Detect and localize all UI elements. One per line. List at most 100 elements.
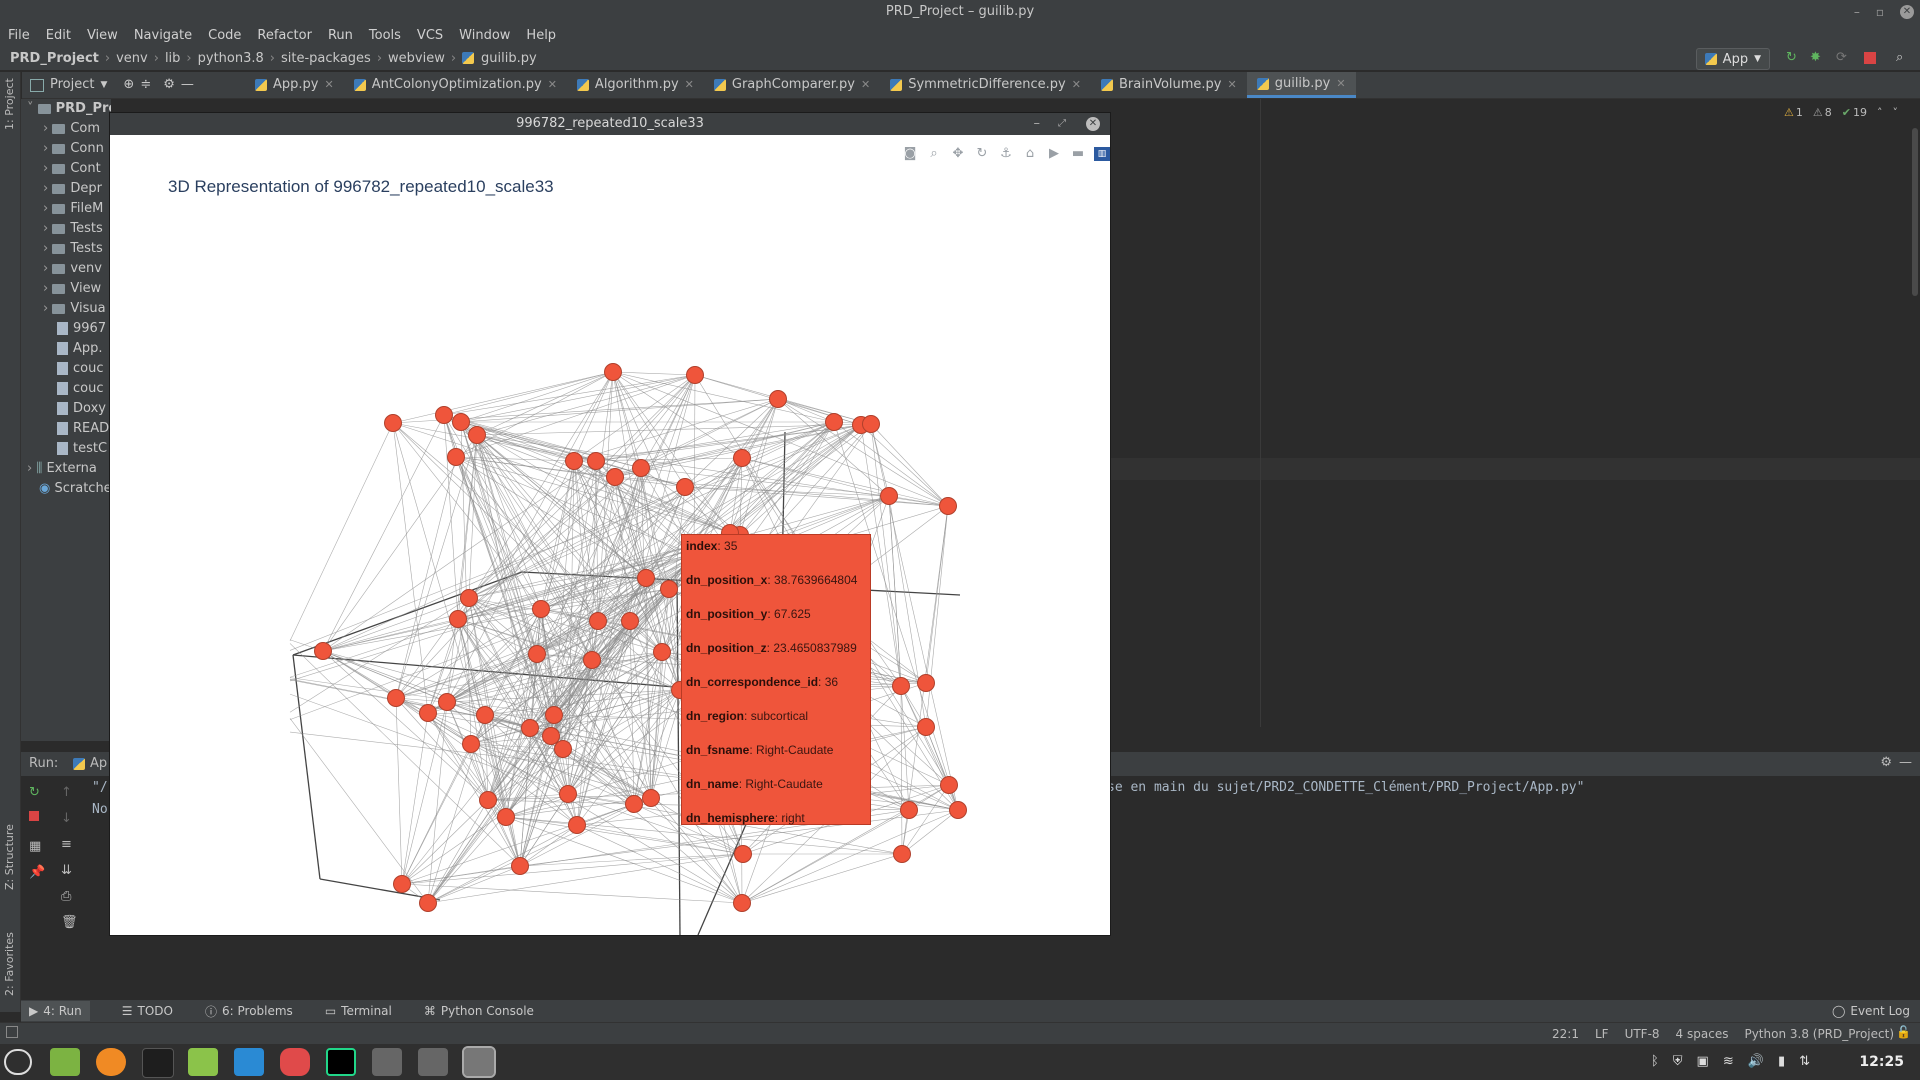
chevron-right-icon[interactable]: › (43, 141, 52, 156)
tab-symmetricdifference[interactable]: SymmetricDifference.py ✕ (880, 72, 1091, 98)
start-menu-icon[interactable] (4, 1049, 32, 1075)
status-interpreter[interactable]: Python 3.8 (PRD_Project) (1744, 1027, 1894, 1041)
menu-window[interactable]: Window (451, 28, 518, 43)
scroll-to-end-icon[interactable]: ⇊ (61, 863, 72, 878)
tree-item[interactable]: › Com (21, 119, 100, 139)
clock[interactable]: 12:25 (1859, 1054, 1904, 1070)
soft-wrap-icon[interactable]: ≡ (61, 837, 72, 852)
graph-node[interactable] (604, 363, 622, 381)
graph-node[interactable] (642, 789, 660, 807)
status-indent[interactable]: 4 spaces (1676, 1027, 1729, 1041)
locate-icon[interactable]: ⊕ (123, 72, 134, 98)
graph-node[interactable] (521, 719, 539, 737)
layout-icon[interactable]: ▦ (29, 839, 41, 854)
tree-item[interactable]: 9967 (21, 319, 106, 339)
graph-node[interactable] (769, 390, 787, 408)
graph-node[interactable] (893, 845, 911, 863)
terminal-app-icon[interactable] (142, 1048, 174, 1078)
breadcrumb-lib[interactable]: lib (161, 51, 184, 66)
tab-brainvolume[interactable]: BrainVolume.py ✕ (1091, 72, 1247, 98)
close-tab-icon[interactable]: ✕ (324, 72, 333, 98)
run-config-dropdown[interactable]: App ▼ (1695, 48, 1770, 70)
tool-windows-toggle-icon[interactable] (6, 1026, 18, 1038)
graph-node[interactable] (559, 785, 577, 803)
tab-antcolony[interactable]: AntColonyOptimization.py ✕ (344, 72, 567, 98)
graph-node[interactable] (479, 791, 497, 809)
tool-terminal[interactable]: ▭ Terminal (315, 1004, 392, 1018)
tree-item[interactable]: › Cont (21, 159, 101, 179)
rerun-icon[interactable]: ↻ (29, 785, 40, 800)
graph-node[interactable] (734, 845, 752, 863)
graph-node[interactable] (917, 674, 935, 692)
chevron-right-icon[interactable]: › (43, 281, 52, 296)
close-tab-icon[interactable]: ✕ (1228, 72, 1237, 98)
gear-icon[interactable]: ⚙ (163, 72, 175, 98)
tree-item[interactable]: › View (21, 279, 101, 299)
tree-item[interactable]: couc (21, 359, 104, 379)
tree-item[interactable]: READ (21, 419, 109, 439)
graph-node[interactable] (676, 478, 694, 496)
tab-app[interactable]: App.py ✕ (245, 72, 344, 98)
plot-area[interactable]: 3D Representation of 996782_repeated10_s… (110, 135, 1110, 935)
status-line-separator[interactable]: LF (1595, 1027, 1609, 1041)
status-position[interactable]: 22:1 (1552, 1027, 1579, 1041)
graph-node[interactable] (917, 718, 935, 736)
tool-python-console[interactable]: ⌘ Python Console (414, 1004, 534, 1018)
graph-node[interactable] (384, 414, 402, 432)
tool-todo[interactable]: ☰ TODO (112, 1004, 173, 1018)
breadcrumb-site-packages[interactable]: site-packages (277, 51, 375, 66)
tree-item[interactable]: App. (21, 339, 103, 359)
breadcrumb-python[interactable]: python3.8 (194, 51, 268, 66)
menu-navigate[interactable]: Navigate (126, 28, 200, 43)
bluetooth-icon[interactable]: ᛒ (1651, 1054, 1659, 1069)
graph-node[interactable] (468, 426, 486, 444)
graph-node[interactable] (733, 894, 751, 912)
tree-item[interactable]: ◉ Scratche (21, 479, 111, 499)
glasses-app-icon[interactable] (280, 1048, 310, 1076)
tree-item[interactable]: ˅ PRD_Project (21, 99, 111, 119)
graph-node[interactable] (438, 693, 456, 711)
chevron-right-icon[interactable]: › (43, 241, 52, 256)
tree-item[interactable]: › Tests (21, 239, 103, 259)
menu-vcs[interactable]: VCS (409, 28, 451, 43)
graph-node[interactable] (497, 808, 515, 826)
settings-app-icon[interactable] (462, 1046, 496, 1078)
graph-node[interactable] (565, 452, 583, 470)
tool-favorites[interactable]: 2: Favorites (3, 932, 16, 996)
volume-icon[interactable]: 🔊 (1748, 1054, 1764, 1069)
graph-node[interactable] (632, 459, 650, 477)
graph-node[interactable] (900, 801, 918, 819)
close-icon[interactable]: ✕ (1900, 5, 1914, 19)
graph-node[interactable] (314, 642, 332, 660)
menu-code[interactable]: Code (200, 28, 249, 43)
chevron-down-icon[interactable]: ˅ (1892, 106, 1898, 119)
stop-icon[interactable] (29, 811, 39, 821)
stop-icon[interactable] (1864, 52, 1876, 64)
minimize-icon[interactable]: – (1854, 5, 1860, 19)
graph-node[interactable] (660, 580, 678, 598)
tree-item[interactable]: › ⫼ Externa (21, 459, 97, 479)
chevron-right-icon[interactable]: › (43, 261, 52, 276)
folder-app-icon[interactable] (188, 1048, 218, 1076)
event-log[interactable]: ◯ Event Log (1822, 1004, 1920, 1018)
firefox-icon[interactable] (96, 1048, 126, 1076)
graph-node[interactable] (511, 857, 529, 875)
restore-icon[interactable]: ▫ (1876, 5, 1884, 19)
graph-node[interactable] (892, 677, 910, 695)
breadcrumb-project[interactable]: PRD_Project (0, 51, 103, 66)
graph-node[interactable] (532, 600, 550, 618)
graph-node[interactable] (940, 776, 958, 794)
text-editor-icon[interactable] (234, 1048, 264, 1076)
graph-node[interactable] (862, 415, 880, 433)
gear-icon[interactable]: ⚙ (1880, 755, 1892, 770)
graph-node[interactable] (637, 569, 655, 587)
tree-item[interactable]: › Conn (21, 139, 104, 159)
graph-node[interactable] (419, 704, 437, 722)
graph-node[interactable] (621, 612, 639, 630)
graph-node[interactable] (387, 689, 405, 707)
pycharm-icon[interactable] (326, 1048, 356, 1076)
graph-node[interactable] (939, 497, 957, 515)
tab-graphcomparer[interactable]: GraphComparer.py ✕ (704, 72, 880, 98)
tree-item[interactable]: › Depr (21, 179, 102, 199)
close-tab-icon[interactable]: ✕ (685, 72, 694, 98)
